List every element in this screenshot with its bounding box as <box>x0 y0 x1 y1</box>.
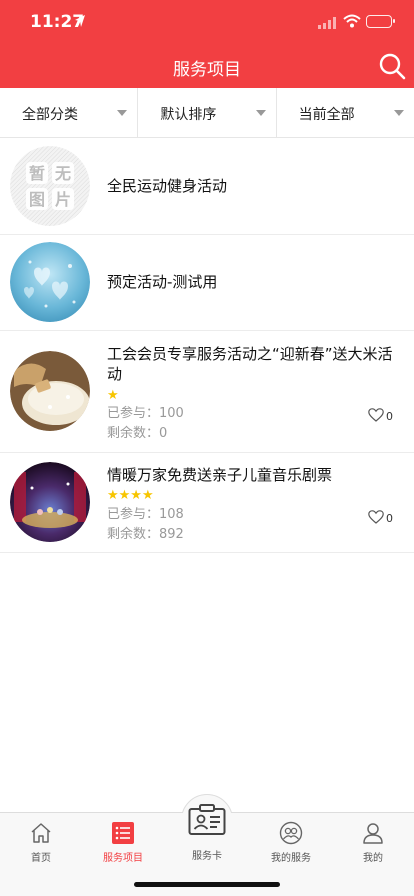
caret-down-icon <box>393 110 404 116</box>
status-filter-dropdown[interactable]: 当前全部 <box>277 88 414 138</box>
list-icon <box>112 822 134 844</box>
caret-down-icon <box>117 110 128 116</box>
status-filter-label: 当前全部 <box>298 107 355 123</box>
placeholder-text-char: 图 <box>29 190 45 209</box>
location-arrow-icon <box>75 15 85 27</box>
tab-services[interactable]: 服务项目 <box>82 813 164 873</box>
status-bar: 11:27 <box>0 0 414 44</box>
sort-filter-label: 默认排序 <box>160 107 217 123</box>
user-icon <box>363 823 383 844</box>
placeholder-text-char: 片 <box>55 190 71 209</box>
service-list: 暂无图片 全民运动健身活动 预定活动-测试用 工会会员专享服务活动之“迎新春”送… <box>0 138 414 553</box>
like-button[interactable]: 0 <box>368 509 398 525</box>
users-icon <box>279 821 303 845</box>
sort-filter-dropdown[interactable]: 默认排序 <box>138 88 277 138</box>
list-item[interactable]: 暂无图片 全民运动健身活动 <box>0 138 414 235</box>
placeholder-image: 暂无图片 <box>10 146 90 226</box>
item-thumbnail <box>10 462 90 542</box>
remaining-count: 剩余数：892 <box>107 527 184 542</box>
list-item[interactable]: 情暖万家免费送亲子儿童音乐剧票 ★★★★ 已参与：108 剩余数：892 0 <box>0 453 414 553</box>
joined-count: 已参与：100 <box>107 406 184 421</box>
id-card-icon[interactable] <box>188 804 226 836</box>
placeholder-text-char: 暂 <box>29 164 45 183</box>
tab-my-services-label: 我的服务 <box>271 853 311 864</box>
list-item[interactable]: 预定活动-测试用 <box>0 235 414 331</box>
app-header: 11:27 服务项目 <box>0 0 414 88</box>
heart-icon <box>368 510 384 524</box>
tab-home[interactable]: 首页 <box>0 813 82 873</box>
item-thumbnail <box>10 242 90 322</box>
like-count: 0 <box>386 512 393 525</box>
category-filter-label: 全部分类 <box>22 107 78 123</box>
item-title: 预定活动-测试用 <box>107 273 218 291</box>
item-title: 情暖万家免费送亲子儿童音乐剧票 <box>107 466 333 484</box>
tab-card-label[interactable]: 服务卡 <box>166 847 248 862</box>
item-title: 工会会员专享服务活动之“迎新春”送大米活动 <box>107 345 393 383</box>
placeholder-text-char: 无 <box>54 164 71 183</box>
cell-signal-icon <box>318 17 336 29</box>
tab-mine[interactable]: 我的 <box>332 813 414 873</box>
like-button[interactable]: 0 <box>368 407 398 423</box>
home-indicator <box>134 882 280 887</box>
category-filter-dropdown[interactable]: 全部分类 <box>0 88 139 138</box>
item-title: 全民运动健身活动 <box>107 177 228 195</box>
like-count: 0 <box>386 410 393 423</box>
tab-mine-label: 我的 <box>363 853 383 864</box>
list-item[interactable]: 工会会员专享服务活动之“迎新春”送大米活动 ★ 已参与：100 剩余数：0 0 <box>0 331 414 453</box>
remaining-count: 剩余数：0 <box>107 426 168 441</box>
filter-bar: 全部分类 默认排序 当前全部 <box>0 88 414 138</box>
tab-my-services[interactable]: 我的服务 <box>250 813 332 873</box>
tab-services-label: 服务项目 <box>103 853 143 864</box>
heart-icon <box>368 408 384 422</box>
home-icon <box>31 823 51 843</box>
rating-stars: ★★★★ <box>107 488 154 503</box>
caret-down-icon <box>255 110 266 116</box>
search-icon[interactable] <box>378 52 406 80</box>
rating-stars: ★ <box>107 388 119 403</box>
wifi-icon <box>343 14 361 28</box>
tab-home-label: 首页 <box>31 853 51 864</box>
joined-count: 已参与：108 <box>107 507 184 522</box>
page-title: 服务项目 <box>173 60 241 80</box>
battery-icon <box>366 15 395 28</box>
item-thumbnail <box>10 351 90 431</box>
